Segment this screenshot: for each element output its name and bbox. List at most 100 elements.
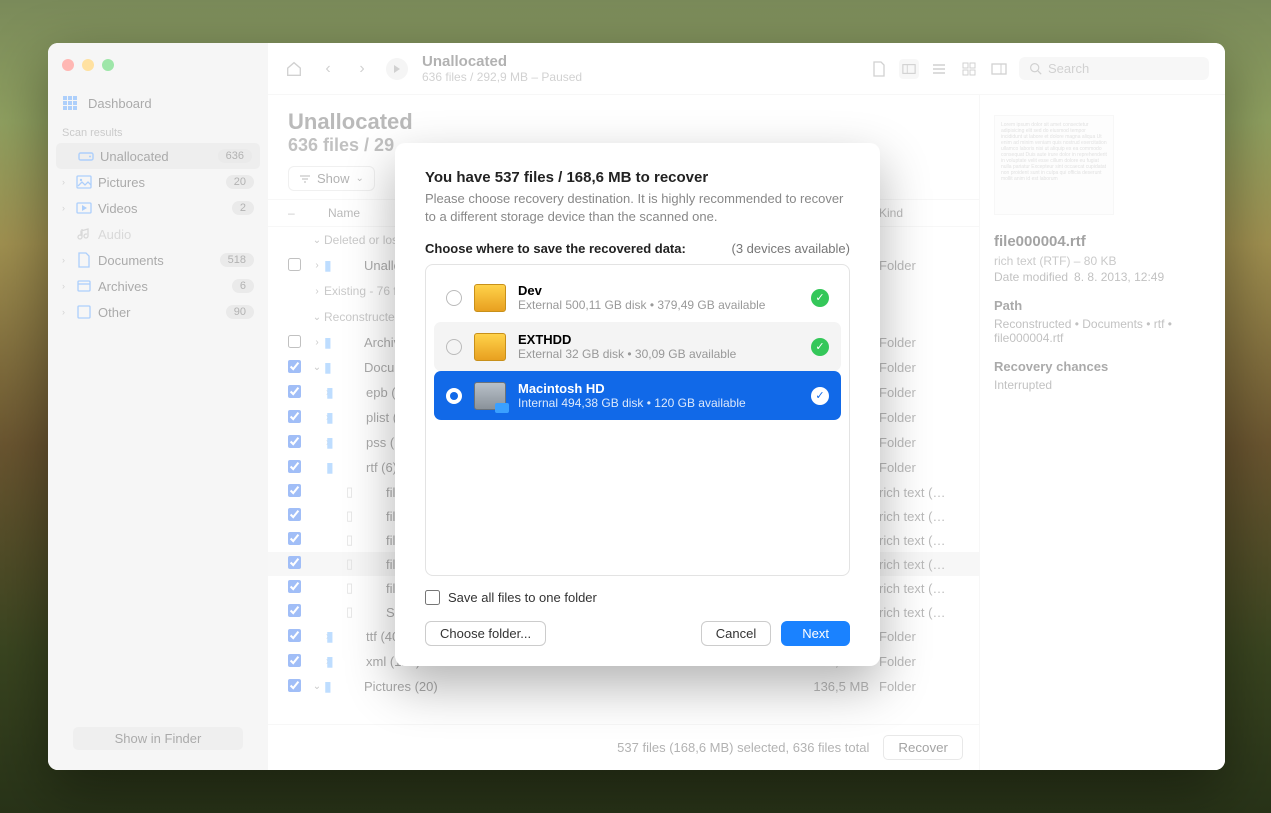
choose-folder-button[interactable]: Choose folder... xyxy=(425,621,546,646)
back-icon[interactable]: ‹ xyxy=(318,59,338,79)
radio-unselected[interactable] xyxy=(446,339,462,355)
status-summary: 537 files (168,6 MB) selected, 636 files… xyxy=(617,740,869,755)
collapse-all-icon[interactable]: – xyxy=(288,206,310,220)
search-icon xyxy=(1029,62,1042,75)
view-panel-icon[interactable] xyxy=(989,59,1009,79)
next-button[interactable]: Next xyxy=(781,621,850,646)
row-checkbox[interactable] xyxy=(288,335,301,348)
folder-icon: ▮ xyxy=(324,678,342,695)
status-bar: 537 files (168,6 MB) selected, 636 files… xyxy=(268,724,979,770)
row-checkbox[interactable] xyxy=(288,258,301,271)
sidebar-item-dashboard[interactable]: Dashboard xyxy=(48,89,268,117)
external-disk-icon xyxy=(474,333,506,361)
row-checkbox[interactable] xyxy=(288,360,301,373)
destination-macintosh-hd[interactable]: Macintosh HD Internal 494,38 GB disk • 1… xyxy=(434,371,841,420)
row-checkbox[interactable] xyxy=(288,654,301,667)
sidebar-item-other[interactable]: › Other 90 xyxy=(48,299,268,325)
toolbar-subtitle: 636 files / 292,9 MB – Paused xyxy=(422,70,855,84)
folder-icon: ▮ xyxy=(324,334,342,351)
drive-icon xyxy=(78,148,94,164)
archive-icon xyxy=(76,278,92,294)
row-checkbox[interactable] xyxy=(288,435,301,448)
sidebar-item-unallocated[interactable]: Unallocated 636 xyxy=(56,143,260,169)
internal-disk-icon xyxy=(474,382,506,410)
sidebar-item-archives[interactable]: › Archives 6 xyxy=(48,273,268,299)
sidebar-item-label: Documents xyxy=(98,253,214,268)
row-checkbox[interactable] xyxy=(288,629,301,642)
cancel-button[interactable]: Cancel xyxy=(701,621,771,646)
file-icon: ▯ xyxy=(346,508,364,524)
document-icon xyxy=(76,252,92,268)
count-badge: 636 xyxy=(218,149,252,163)
row-checkbox[interactable] xyxy=(288,508,301,521)
row-checkbox[interactable] xyxy=(288,410,301,423)
radio-unselected[interactable] xyxy=(446,290,462,306)
modal-title: You have 537 files / 168,6 MB to recover xyxy=(425,169,850,186)
audio-icon xyxy=(76,226,92,242)
show-filter-chip[interactable]: Show ⌄ xyxy=(288,166,375,191)
radio-selected[interactable] xyxy=(446,388,462,404)
minimize-window-button[interactable] xyxy=(82,59,94,71)
row-checkbox[interactable] xyxy=(288,679,301,692)
check-icon: ✓ xyxy=(811,338,829,356)
pause-play-icon[interactable] xyxy=(386,58,408,80)
date-modified-value: 8. 8. 2013, 12:49 xyxy=(1074,270,1164,284)
dest-detail: External 500,11 GB disk • 379,49 GB avai… xyxy=(518,298,799,312)
count-badge: 20 xyxy=(226,175,254,189)
folder-icon: ▮ xyxy=(326,653,344,670)
folder-icon: ▮ xyxy=(326,459,344,476)
search-input[interactable]: Search xyxy=(1019,57,1209,80)
count-badge: 518 xyxy=(220,253,254,267)
inspector-filename: file000004.rtf xyxy=(994,233,1211,250)
fullscreen-window-button[interactable] xyxy=(102,59,114,71)
sidebar-item-pictures[interactable]: › Pictures 20 xyxy=(48,169,268,195)
grid-icon xyxy=(62,95,78,111)
sidebar-item-audio[interactable]: Audio xyxy=(48,221,268,247)
row-checkbox[interactable] xyxy=(288,460,301,473)
destination-dev[interactable]: Dev External 500,11 GB disk • 379,49 GB … xyxy=(434,273,841,322)
dashboard-label: Dashboard xyxy=(88,96,152,111)
filter-label: Show xyxy=(317,171,350,186)
column-kind[interactable]: Kind xyxy=(879,206,959,220)
file-icon: ▯ xyxy=(346,604,364,620)
row-checkbox[interactable] xyxy=(288,580,301,593)
destination-exthdd[interactable]: EXTHDD External 32 GB disk • 30,09 GB av… xyxy=(434,322,841,371)
view-grid-icon[interactable] xyxy=(959,59,979,79)
row-checkbox[interactable] xyxy=(288,556,301,569)
show-in-finder-button[interactable]: Show in Finder xyxy=(73,727,243,750)
sidebar-item-videos[interactable]: › Videos 2 xyxy=(48,195,268,221)
view-columns-icon[interactable] xyxy=(899,59,919,79)
folder-icon: ▮ xyxy=(326,434,344,451)
inspector-meta: rich text (RTF) – 80 KB xyxy=(994,254,1211,268)
row-checkbox[interactable] xyxy=(288,385,301,398)
folder-icon: ▮ xyxy=(324,257,342,274)
sidebar-section-scan-results: Scan results xyxy=(48,117,268,143)
sidebar-item-label: Archives xyxy=(98,279,226,294)
table-row[interactable]: ⌄▮Pictures (20)136,5 MBFolder xyxy=(268,674,979,699)
inspector-path-label: Path xyxy=(994,298,1211,313)
sidebar-item-label: Other xyxy=(98,305,220,320)
close-window-button[interactable] xyxy=(62,59,74,71)
file-icon: ▯ xyxy=(346,556,364,572)
view-list-icon[interactable] xyxy=(929,59,949,79)
save-all-label: Save all files to one folder xyxy=(448,590,597,605)
recover-button[interactable]: Recover xyxy=(883,735,963,760)
save-all-checkbox[interactable] xyxy=(425,590,440,605)
image-icon xyxy=(76,174,92,190)
toolbar: ‹ › Unallocated 636 files / 292,9 MB – P… xyxy=(268,43,1225,95)
row-checkbox[interactable] xyxy=(288,532,301,545)
folder-icon: ▮ xyxy=(324,359,342,376)
dest-detail: External 32 GB disk • 30,09 GB available xyxy=(518,347,799,361)
home-icon[interactable] xyxy=(284,59,304,79)
inspector-chances-value: Interrupted xyxy=(994,378,1211,392)
inspector-chances-label: Recovery chances xyxy=(994,359,1211,374)
recovery-destination-modal: You have 537 files / 168,6 MB to recover… xyxy=(395,143,880,666)
row-checkbox[interactable] xyxy=(288,484,301,497)
external-disk-icon xyxy=(474,284,506,312)
new-file-icon[interactable] xyxy=(869,59,889,79)
count-badge: 6 xyxy=(232,279,254,293)
sidebar-item-documents[interactable]: › Documents 518 xyxy=(48,247,268,273)
check-icon: ✓ xyxy=(811,387,829,405)
forward-icon[interactable]: › xyxy=(352,59,372,79)
row-checkbox[interactable] xyxy=(288,604,301,617)
